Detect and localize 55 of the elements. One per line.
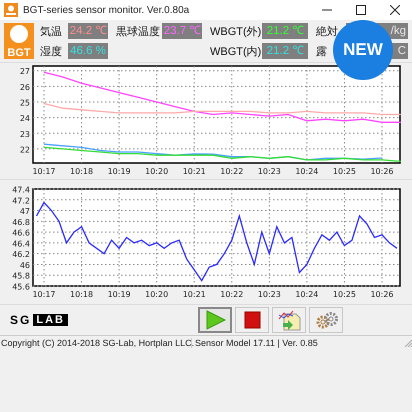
reading-value: C (398, 44, 406, 58)
reading-label: 湿度 (40, 44, 63, 58)
y-tick-label: 46.6 (12, 228, 30, 238)
reading-label: WBGT(内) (209, 44, 262, 58)
y-tick-label: 25 (20, 98, 30, 108)
x-tick-label: 10:26 (370, 167, 394, 176)
x-tick-label: 10:25 (332, 167, 356, 176)
x-tick-label: 10:23 (258, 290, 281, 299)
x-tick-label: 10:19 (108, 290, 131, 299)
x-tick-label: 10:26 (370, 290, 394, 299)
brand-logo-text: LAB (33, 314, 68, 326)
x-tick-label: 10:18 (70, 290, 94, 299)
y-tick-label: 45.8 (12, 272, 30, 281)
y-tick-label: 47 (20, 207, 30, 216)
x-tick-label: 10:19 (108, 167, 131, 176)
brand-logo-text: SG (9, 313, 32, 327)
x-tick-label: 10:21 (182, 290, 206, 299)
y-tick-label: 26 (20, 82, 30, 92)
reading-value: 46.6 % (70, 44, 106, 58)
x-tick-label: 10:17 (32, 290, 56, 299)
status-text: Copyright (C) 2014-2018 SG-Lab, Hortplan LLC. (0, 338, 192, 348)
x-tick-label: 10:21 (182, 167, 206, 176)
reading-label: 黒球温度 (115, 24, 161, 38)
x-tick-label: 10:22 (220, 167, 244, 176)
logo-text: BGT (7, 47, 31, 59)
reading-value: 23.7 ℃ (164, 24, 200, 38)
y-tick-label: 45.6 (12, 282, 30, 292)
reading-value: 21.2 ℃ (266, 44, 304, 58)
y-tick-label: 46.2 (12, 250, 30, 260)
y-tick-label: 47.2 (12, 196, 30, 206)
status-text: Sensor Model 17.11 | Ver. 0.85 (194, 338, 319, 348)
x-tick-label: 10:20 (145, 290, 168, 299)
y-tick-label: 46.4 (12, 239, 30, 248)
reading-value: 21.2 ℃ (266, 24, 304, 38)
x-tick-label: 10:23 (258, 167, 281, 176)
y-tick-label: 46.8 (12, 218, 30, 227)
window-title: BGT-series sensor monitor. Ver.0.80a (23, 4, 190, 16)
x-tick-label: 10:17 (32, 167, 56, 176)
y-tick-label: 47.4 (12, 186, 30, 194)
reading-value: /kg (390, 24, 406, 38)
reading-value: 24.2 ℃ (70, 24, 106, 38)
x-tick-label: 10:22 (220, 290, 244, 299)
y-tick-label: 22 (20, 145, 30, 154)
x-tick-label: 10:20 (145, 167, 168, 176)
x-tick-label: 10:24 (295, 290, 318, 299)
y-tick-label: 46 (20, 260, 30, 270)
reading-label: 露 (315, 44, 328, 58)
x-tick-label: 10:18 (70, 167, 94, 176)
y-tick-label: 27 (20, 67, 30, 76)
x-tick-label: 10:24 (295, 167, 318, 176)
y-tick-label: 24 (20, 114, 30, 124)
reading-label: WBGT(外) (209, 24, 262, 38)
x-tick-label: 10:25 (332, 290, 356, 299)
y-tick-label: 23 (20, 130, 30, 139)
reading-label: 気温 (40, 24, 63, 38)
